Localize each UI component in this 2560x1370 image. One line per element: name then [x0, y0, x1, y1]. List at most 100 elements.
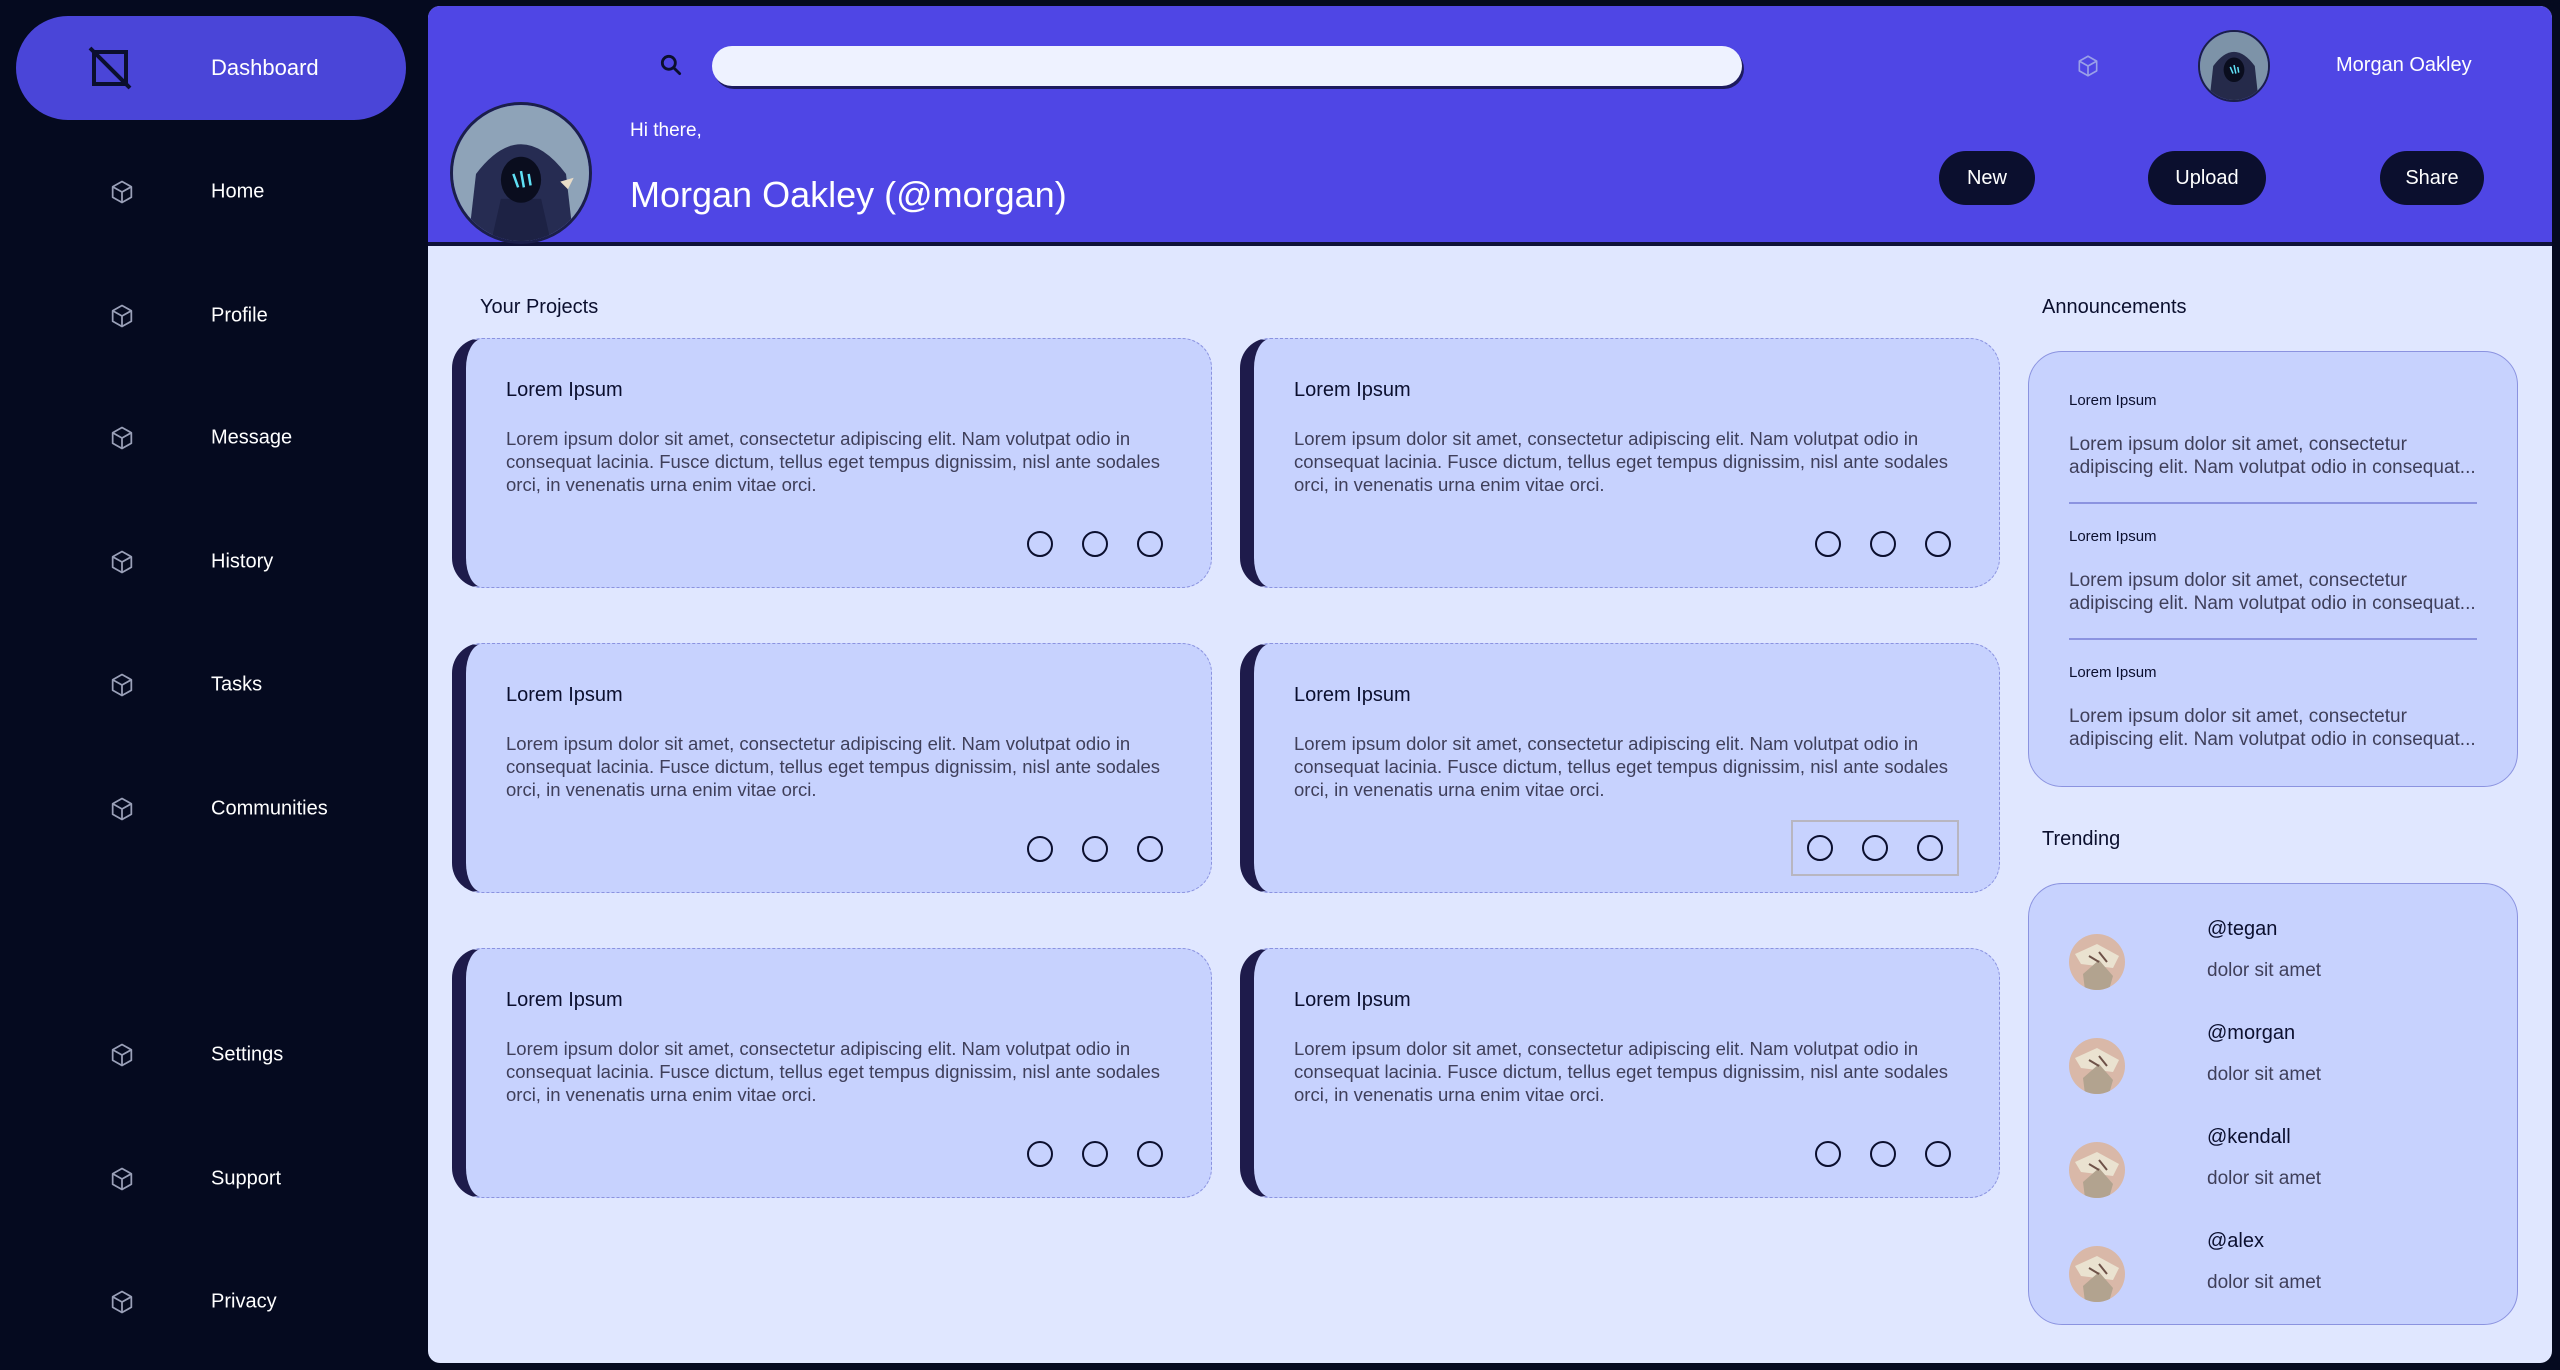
sidebar-item-tasks[interactable]: Tasks	[16, 633, 406, 737]
divider	[2069, 638, 2477, 640]
circle-icon[interactable]	[1082, 836, 1108, 862]
circle-icon[interactable]	[1807, 835, 1833, 861]
cube-icon[interactable]	[2075, 53, 2101, 79]
avatar	[2069, 1246, 2125, 1302]
sidebar-item-label: Settings	[211, 1043, 284, 1066]
sidebar-item-privacy[interactable]: Privacy	[16, 1250, 406, 1354]
search-icon[interactable]	[658, 52, 684, 78]
card-actions	[1027, 836, 1163, 862]
card-title: Lorem Ipsum	[1294, 684, 1411, 706]
share-button[interactable]: Share	[2380, 151, 2484, 205]
circle-icon[interactable]	[1925, 531, 1951, 557]
circle-icon[interactable]	[1870, 531, 1896, 557]
announcement-item[interactable]: Lorem Ipsum Lorem ipsum dolor sit amet, …	[2069, 664, 2477, 751]
cube-icon	[111, 550, 133, 574]
sidebar-item-label: Profile	[211, 304, 268, 327]
sidebar-item-message[interactable]: Message	[16, 386, 406, 490]
circle-icon[interactable]	[1917, 835, 1943, 861]
page-title: Morgan Oakley (@morgan)	[630, 174, 1067, 215]
avatar	[2069, 934, 2125, 990]
circle-icon[interactable]	[1862, 835, 1888, 861]
trending-text: dolor sit amet	[2207, 1272, 2322, 1293]
search-input[interactable]	[712, 46, 1742, 86]
circle-icon[interactable]	[1815, 1141, 1841, 1167]
card-title: Lorem Ipsum	[1294, 989, 1411, 1011]
trending-item[interactable]: @alex dolor sit amet	[2069, 1230, 2469, 1320]
trending-text: dolor sit amet	[2207, 960, 2322, 981]
trending-handle[interactable]: @kendall	[2207, 1126, 2291, 1149]
card-actions	[1791, 820, 1959, 876]
header: Morgan Oakley Hi there, Morgan Oakley (@…	[428, 6, 2552, 246]
announcement-body: Lorem ipsum dolor sit amet, consectetur …	[2069, 434, 2476, 478]
trending-text: dolor sit amet	[2207, 1064, 2322, 1085]
circle-icon[interactable]	[1027, 531, 1053, 557]
trending-item[interactable]: @morgan dolor sit amet	[2069, 1022, 2469, 1112]
cube-icon	[111, 1167, 133, 1191]
sidebar-item-label: Support	[211, 1167, 282, 1190]
divider	[2069, 502, 2477, 504]
trending-title: Trending	[2042, 828, 2121, 850]
announcement-body: Lorem ipsum dolor sit amet, consectetur …	[2069, 570, 2476, 614]
circle-icon[interactable]	[1137, 836, 1163, 862]
circle-icon[interactable]	[1925, 1141, 1951, 1167]
sidebar-item-label: Home	[211, 180, 265, 203]
card-body: Lorem ipsum dolor sit amet, consectetur …	[1294, 428, 1949, 495]
project-card[interactable]: Lorem Ipsum Lorem ipsum dolor sit amet, …	[1240, 643, 2000, 893]
sidebar-item-profile[interactable]: Profile	[16, 264, 406, 368]
card-actions	[1815, 1141, 1951, 1167]
sidebar-item-label: Privacy	[211, 1290, 277, 1313]
sidebar-item-label: Communities	[211, 797, 328, 820]
card-actions	[1027, 531, 1163, 557]
circle-icon[interactable]	[1082, 531, 1108, 557]
trending-handle[interactable]: @alex	[2207, 1230, 2264, 1253]
trending-handle[interactable]: @morgan	[2207, 1022, 2295, 1045]
sidebar-item-settings[interactable]: Settings	[16, 1003, 406, 1107]
card-body: Lorem ipsum dolor sit amet, consectetur …	[1294, 733, 1949, 800]
avatar	[2069, 1038, 2125, 1094]
project-card[interactable]: Lorem Ipsum Lorem ipsum dolor sit amet, …	[452, 948, 1212, 1198]
cube-icon	[111, 673, 133, 697]
project-card[interactable]: Lorem Ipsum Lorem ipsum dolor sit amet, …	[452, 338, 1212, 588]
user-name[interactable]: Morgan Oakley	[2336, 54, 2472, 77]
trending-handle[interactable]: @tegan	[2207, 918, 2277, 941]
project-card[interactable]: Lorem Ipsum Lorem ipsum dolor sit amet, …	[452, 643, 1212, 893]
sidebar-item-history[interactable]: History	[16, 510, 406, 614]
sidebar-item-communities[interactable]: Communities	[16, 757, 406, 861]
sidebar-item-dashboard[interactable]: Dashboard	[16, 16, 406, 120]
circle-icon[interactable]	[1137, 531, 1163, 557]
card-body: Lorem ipsum dolor sit amet, consectetur …	[506, 1038, 1161, 1105]
new-button[interactable]: New	[1939, 151, 2035, 205]
greeting: Hi there,	[630, 120, 702, 141]
card-body: Lorem ipsum dolor sit amet, consectetur …	[506, 733, 1161, 800]
circle-icon[interactable]	[1027, 836, 1053, 862]
avatar[interactable]	[2198, 30, 2270, 102]
card-body: Lorem ipsum dolor sit amet, consectetur …	[506, 428, 1161, 495]
cube-icon	[111, 426, 133, 450]
sidebar: Dashboard Home Profile Message History T…	[0, 0, 428, 1370]
sidebar-item-home[interactable]: Home	[16, 140, 406, 244]
announcement-body: Lorem ipsum dolor sit amet, consectetur …	[2069, 706, 2476, 750]
cube-icon	[111, 797, 133, 821]
announcement-title: Lorem Ipsum	[2069, 664, 2157, 681]
trending-item[interactable]: @kendall dolor sit amet	[2069, 1126, 2469, 1216]
project-card[interactable]: Lorem Ipsum Lorem ipsum dolor sit amet, …	[1240, 948, 2000, 1198]
card-title: Lorem Ipsum	[506, 379, 623, 401]
circle-icon[interactable]	[1870, 1141, 1896, 1167]
circle-icon[interactable]	[1082, 1141, 1108, 1167]
announcement-title: Lorem Ipsum	[2069, 528, 2157, 545]
sidebar-item-label: Tasks	[211, 673, 263, 696]
project-card[interactable]: Lorem Ipsum Lorem ipsum dolor sit amet, …	[1240, 338, 2000, 588]
sidebar-item-label: History	[211, 550, 274, 573]
circle-icon[interactable]	[1027, 1141, 1053, 1167]
trending-item[interactable]: @tegan dolor sit amet	[2069, 918, 2469, 1008]
circle-icon[interactable]	[1815, 531, 1841, 557]
sidebar-item-support[interactable]: Support	[16, 1127, 406, 1231]
circle-icon[interactable]	[1137, 1141, 1163, 1167]
cube-icon	[111, 180, 133, 204]
dashboard-logo-icon	[88, 46, 132, 90]
announcement-item[interactable]: Lorem Ipsum Lorem ipsum dolor sit amet, …	[2069, 392, 2477, 479]
card-body: Lorem ipsum dolor sit amet, consectetur …	[1294, 1038, 1949, 1105]
announcement-item[interactable]: Lorem Ipsum Lorem ipsum dolor sit amet, …	[2069, 528, 2477, 615]
upload-button[interactable]: Upload	[2148, 151, 2266, 205]
card-actions	[1815, 531, 1951, 557]
